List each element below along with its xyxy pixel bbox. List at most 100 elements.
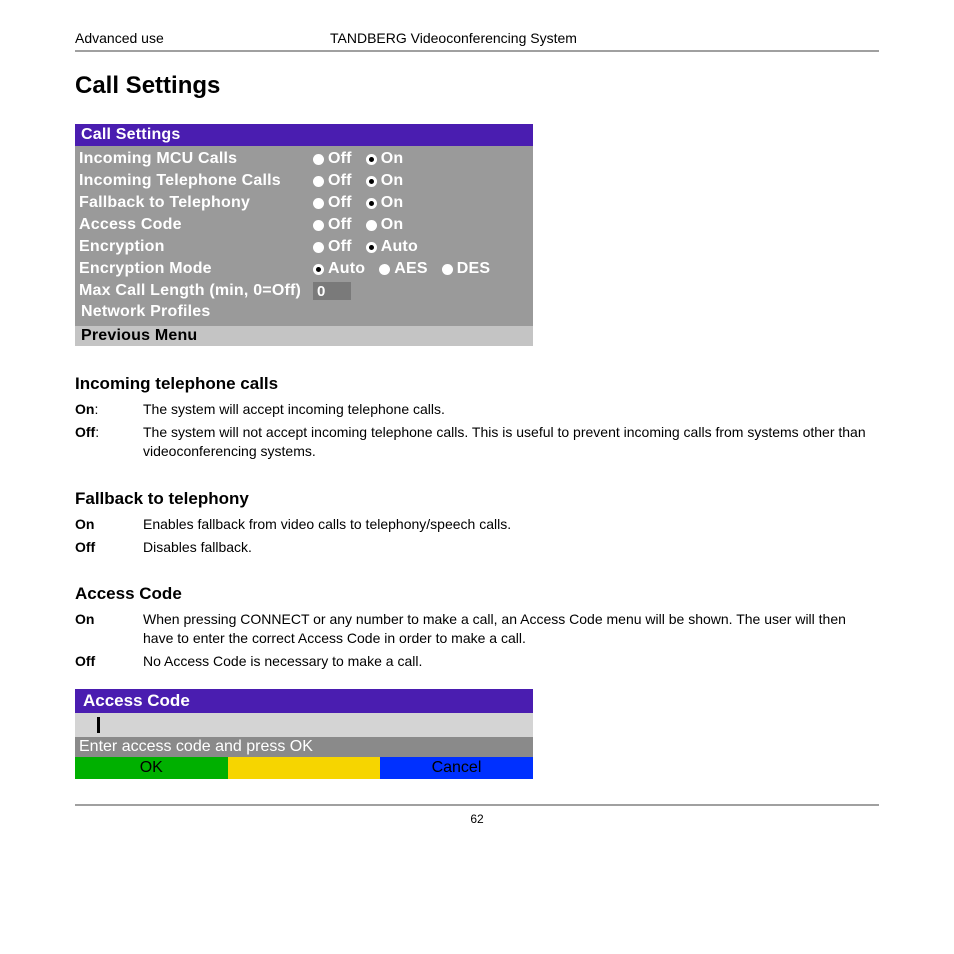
radio-icon	[442, 264, 453, 275]
panel-body: Incoming MCU CallsOffOnIncoming Telephon…	[75, 146, 533, 326]
radio-option[interactable]: On	[366, 216, 404, 234]
radio-label: DES	[457, 260, 491, 278]
definition-row: OnWhen pressing CONNECT or any number to…	[75, 610, 879, 648]
radio-label: On	[381, 194, 404, 212]
definition-description: No Access Code is necessary to make a ca…	[143, 652, 879, 671]
setting-label: Fallback to Telephony	[79, 194, 313, 212]
definition-description: When pressing CONNECT or any number to m…	[143, 610, 879, 648]
radio-option[interactable]: Off	[313, 238, 352, 256]
setting-options: Off On	[313, 216, 413, 234]
definition-row: On:The system will accept incoming telep…	[75, 400, 879, 419]
section-title: Fallback to telephony	[75, 489, 879, 509]
setting-options: Off On	[313, 150, 413, 168]
radio-icon	[313, 154, 324, 165]
radio-label: Off	[328, 216, 352, 234]
radio-option[interactable]: Auto	[366, 238, 418, 256]
divider	[75, 804, 879, 806]
definition-row: OffNo Access Code is necessary to make a…	[75, 652, 879, 671]
setting-options: Off Auto	[313, 238, 428, 256]
header-right: TANDBERG Videoconferencing System	[330, 30, 577, 46]
radio-icon	[366, 220, 377, 231]
section-title: Access Code	[75, 584, 879, 604]
setting-row: Incoming Telephone Calls Off On	[79, 170, 529, 192]
dialog-prompt: Enter access code and press OK	[75, 737, 533, 757]
radio-icon	[379, 264, 390, 275]
radio-icon	[366, 242, 377, 253]
radio-option[interactable]: Off	[313, 172, 352, 190]
radio-icon	[313, 242, 324, 253]
radio-label: Off	[328, 172, 352, 190]
dialog-buttons: OK Cancel	[75, 757, 533, 779]
definition-term: On:	[75, 400, 143, 419]
text-cursor	[97, 717, 100, 733]
radio-label: On	[381, 172, 404, 190]
radio-option[interactable]: Off	[313, 150, 352, 168]
definition-term: Off:	[75, 423, 143, 461]
ok-button[interactable]: OK	[75, 757, 228, 779]
radio-option[interactable]: On	[366, 172, 404, 190]
radio-label: Off	[328, 150, 352, 168]
definition-row: Off:The system will not accept incoming …	[75, 423, 879, 461]
setting-row: Incoming MCU Calls Off On	[79, 148, 529, 170]
radio-label: Auto	[381, 238, 418, 256]
setting-options: Auto AES DES	[313, 260, 500, 278]
radio-option[interactable]: Off	[313, 194, 352, 212]
setting-row: Max Call Length (min, 0=Off)0	[79, 280, 529, 302]
radio-option[interactable]: Auto	[313, 260, 365, 278]
setting-row: Encryption Mode Auto AES DES	[79, 258, 529, 280]
definition-description: Disables fallback.	[143, 538, 879, 557]
network-profiles-item[interactable]: Network Profiles	[79, 302, 529, 322]
radio-icon	[313, 198, 324, 209]
setting-label: Incoming MCU Calls	[79, 150, 313, 168]
radio-label: On	[381, 216, 404, 234]
definition-term: Off	[75, 538, 143, 557]
radio-icon	[313, 264, 324, 275]
radio-label: Off	[328, 194, 352, 212]
previous-menu-item[interactable]: Previous Menu	[75, 326, 533, 346]
page-header: Advanced use TANDBERG Videoconferencing …	[75, 30, 879, 50]
radio-icon	[366, 154, 377, 165]
setting-row: Fallback to Telephony Off On	[79, 192, 529, 214]
divider	[75, 50, 879, 52]
definition-term: Off	[75, 652, 143, 671]
definition-term: On	[75, 515, 143, 534]
yellow-button[interactable]	[228, 757, 381, 779]
setting-label: Encryption	[79, 238, 313, 256]
radio-icon	[313, 176, 324, 187]
radio-option[interactable]: DES	[442, 260, 491, 278]
setting-label: Encryption Mode	[79, 260, 313, 278]
page-number: 62	[75, 812, 879, 826]
radio-icon	[366, 176, 377, 187]
setting-options: Off On	[313, 194, 413, 212]
header-left: Advanced use	[75, 30, 330, 46]
radio-option[interactable]: On	[366, 194, 404, 212]
setting-label: Max Call Length (min, 0=Off)	[79, 282, 313, 300]
setting-options: Off On	[313, 172, 413, 190]
panel-title: Call Settings	[75, 124, 533, 146]
cancel-button[interactable]: Cancel	[380, 757, 533, 779]
definition-row: OffDisables fallback.	[75, 538, 879, 557]
setting-label: Incoming Telephone Calls	[79, 172, 313, 190]
page-title: Call Settings	[75, 72, 879, 100]
definition-term: On	[75, 610, 143, 648]
radio-icon	[366, 198, 377, 209]
definition-description: The system will not accept incoming tele…	[143, 423, 879, 461]
radio-label: AES	[394, 260, 428, 278]
access-code-input[interactable]	[75, 713, 533, 737]
call-settings-panel: Call Settings Incoming MCU CallsOffOnInc…	[75, 124, 533, 346]
radio-option[interactable]: Off	[313, 216, 352, 234]
definition-description: The system will accept incoming telephon…	[143, 400, 879, 419]
setting-label: Access Code	[79, 216, 313, 234]
max-call-input[interactable]: 0	[313, 282, 351, 300]
radio-option[interactable]: AES	[379, 260, 428, 278]
setting-row: Access Code Off On	[79, 214, 529, 236]
setting-row: Encryption Off Auto	[79, 236, 529, 258]
radio-label: Off	[328, 238, 352, 256]
dialog-title: Access Code	[75, 689, 533, 713]
radio-label: Auto	[328, 260, 365, 278]
radio-option[interactable]: On	[366, 150, 404, 168]
access-code-dialog: Access Code Enter access code and press …	[75, 689, 533, 779]
definition-description: Enables fallback from video calls to tel…	[143, 515, 879, 534]
definition-row: OnEnables fallback from video calls to t…	[75, 515, 879, 534]
radio-label: On	[381, 150, 404, 168]
